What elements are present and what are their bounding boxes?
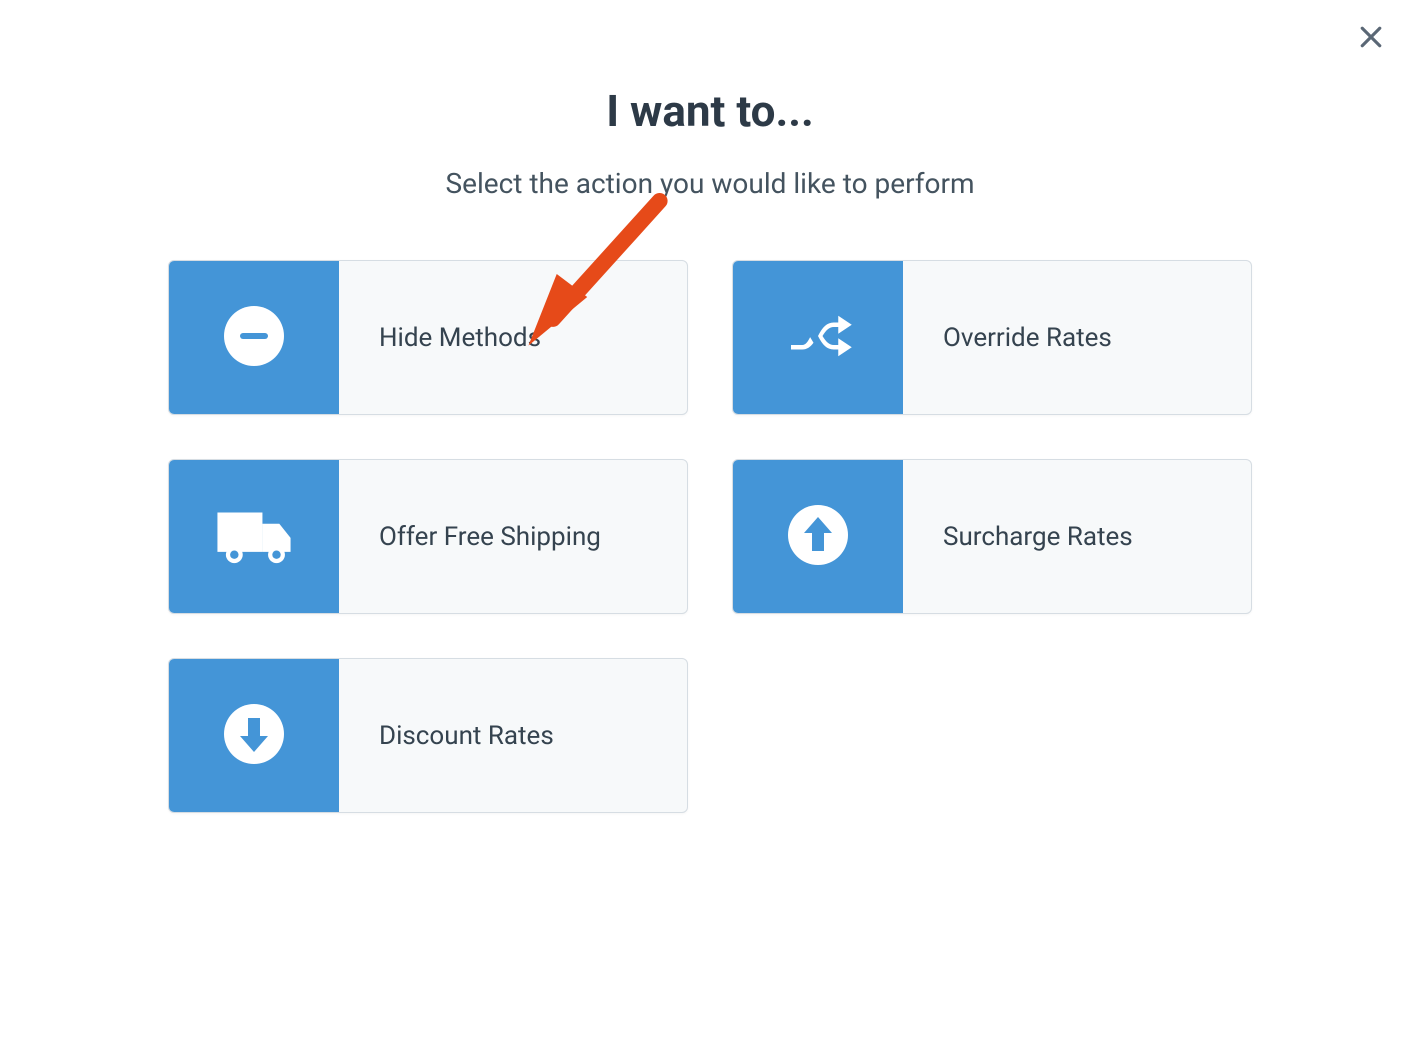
close-icon bbox=[1356, 40, 1386, 55]
action-cards-grid: Hide Methods Override Rates bbox=[0, 260, 1420, 813]
offer-free-shipping-card[interactable]: Offer Free Shipping bbox=[168, 459, 688, 614]
modal-content: I want to... Select the action you would… bbox=[0, 0, 1420, 813]
card-label-box: Surcharge Rates bbox=[903, 460, 1251, 613]
card-label: Surcharge Rates bbox=[943, 522, 1133, 552]
card-icon-box bbox=[733, 460, 903, 613]
card-label: Hide Methods bbox=[379, 323, 541, 353]
arrow-up-circle-icon bbox=[786, 503, 850, 571]
card-icon-box bbox=[733, 261, 903, 414]
arrow-down-circle-icon bbox=[222, 702, 286, 770]
card-icon-box bbox=[169, 659, 339, 812]
card-label-box: Override Rates bbox=[903, 261, 1251, 414]
override-rates-card[interactable]: Override Rates bbox=[732, 260, 1252, 415]
card-label-box: Discount Rates bbox=[339, 659, 687, 812]
card-label-box: Offer Free Shipping bbox=[339, 460, 687, 613]
card-label: Discount Rates bbox=[379, 721, 554, 751]
modal-title: I want to... bbox=[0, 85, 1420, 137]
shuffle-icon bbox=[782, 300, 854, 376]
surcharge-rates-card[interactable]: Surcharge Rates bbox=[732, 459, 1252, 614]
card-label-box: Hide Methods bbox=[339, 261, 687, 414]
hide-methods-card[interactable]: Hide Methods bbox=[168, 260, 688, 415]
minus-circle-icon bbox=[222, 304, 286, 372]
discount-rates-card[interactable]: Discount Rates bbox=[168, 658, 688, 813]
card-icon-box bbox=[169, 261, 339, 414]
card-label: Offer Free Shipping bbox=[379, 522, 601, 552]
card-label: Override Rates bbox=[943, 323, 1112, 353]
modal-subtitle: Select the action you would like to perf… bbox=[0, 167, 1420, 200]
truck-icon bbox=[209, 490, 299, 584]
close-button[interactable] bbox=[1352, 18, 1390, 59]
card-icon-box bbox=[169, 460, 339, 613]
